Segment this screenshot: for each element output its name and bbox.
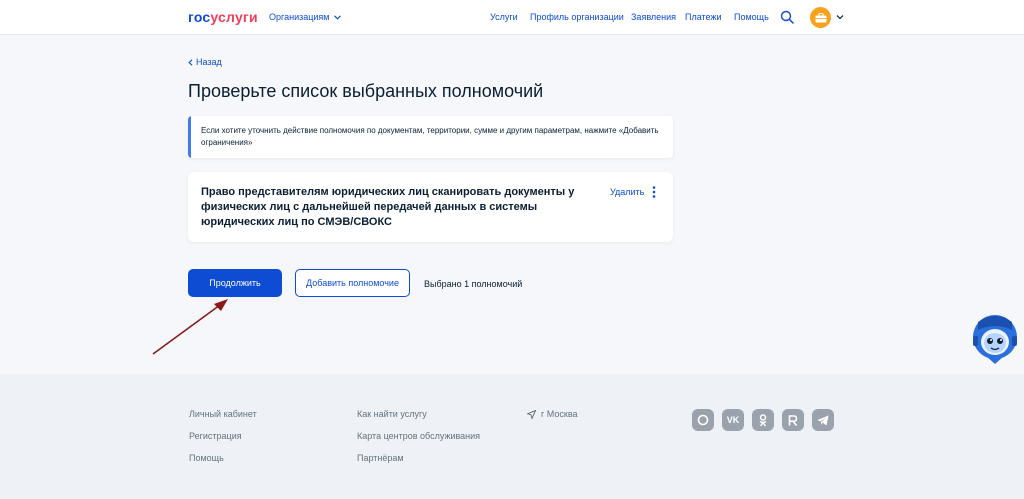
organizations-menu[interactable]: Организациям	[269, 12, 342, 22]
footer-link-service-centers[interactable]: Карта центров обслуживания	[357, 431, 480, 441]
briefcase-icon	[815, 12, 826, 22]
annotation-arrow-icon	[152, 299, 228, 355]
info-notice-accent-bar	[188, 116, 191, 158]
location-arrow-icon	[527, 409, 536, 419]
add-permission-button[interactable]: Добавить полномочие	[295, 269, 410, 297]
telegram-icon[interactable]	[812, 409, 834, 431]
top-header: госуслуги Организациям Услуги Профиль ор…	[0, 0, 1024, 35]
vk-icon[interactable]: VK	[722, 409, 744, 431]
permission-title: Право представителям юридических лиц ска…	[201, 186, 575, 228]
gosuslugi-logo[interactable]: госуслуги	[188, 9, 258, 25]
permission-card: Право представителям юридических лиц ска…	[188, 172, 673, 242]
info-notice-text: Если хотите уточнить действие полномочия…	[201, 126, 659, 147]
max-icon[interactable]	[692, 409, 714, 431]
nav-payments[interactable]: Платежи	[685, 12, 722, 22]
footer: Личный кабинет Регистрация Помощь Как на…	[0, 374, 1024, 499]
back-link-label: Назад	[196, 57, 222, 67]
chevron-left-icon	[188, 58, 193, 66]
page-title: Проверьте список выбранных полномочий	[188, 81, 544, 101]
city-label: г Москва	[541, 409, 578, 419]
remove-permission-link[interactable]: Удалить	[610, 187, 644, 197]
search-icon[interactable]	[780, 10, 794, 24]
info-notice: Если хотите уточнить действие полномочия…	[188, 116, 673, 158]
kebab-menu-icon[interactable]	[650, 185, 658, 199]
continue-button[interactable]: Продолжить	[188, 269, 282, 297]
nav-org-profile[interactable]: Профиль организации	[530, 12, 624, 22]
selected-count-text: Выбрано 1 полномочий	[424, 279, 523, 289]
organizations-menu-label: Организациям	[269, 12, 330, 22]
rutube-icon[interactable]	[782, 409, 804, 431]
chevron-down-icon	[334, 14, 342, 20]
footer-link-find-service[interactable]: Как найти услугу	[357, 409, 427, 419]
nav-help[interactable]: Помощь	[734, 12, 769, 22]
footer-link-account[interactable]: Личный кабинет	[189, 409, 257, 419]
org-avatar[interactable]	[810, 7, 831, 28]
account-chevron-down-icon[interactable]	[836, 13, 844, 21]
footer-link-help[interactable]: Помощь	[189, 453, 224, 463]
city-selector[interactable]: г Москва	[527, 409, 578, 419]
footer-link-partners[interactable]: Партнёрам	[357, 453, 404, 463]
nav-applications[interactable]: Заявления	[631, 12, 676, 22]
odnoklassniki-icon[interactable]	[752, 409, 774, 431]
nav-services[interactable]: Услуги	[490, 12, 518, 22]
back-link[interactable]: Назад	[188, 57, 222, 67]
footer-link-registration[interactable]: Регистрация	[189, 431, 242, 441]
robot-assistant-icon[interactable]	[970, 312, 1020, 364]
